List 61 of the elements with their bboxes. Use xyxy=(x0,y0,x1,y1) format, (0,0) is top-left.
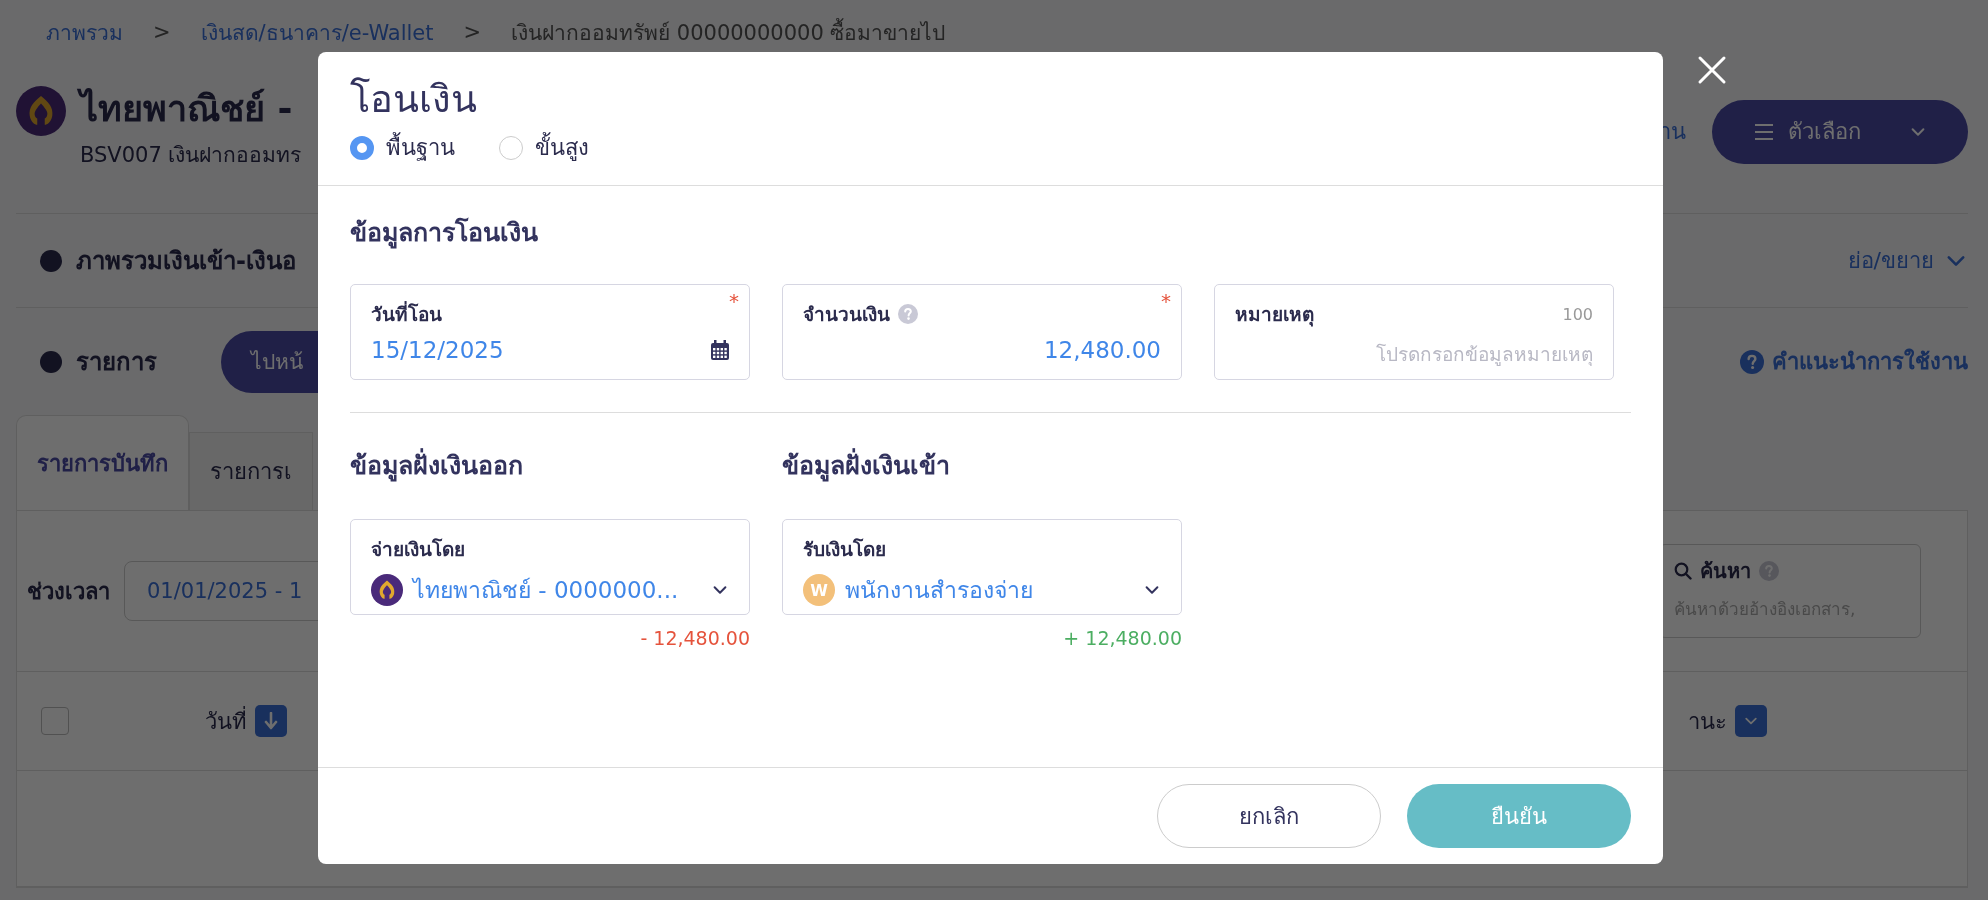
breadcrumb-link[interactable]: เงินสด/ธนาคาร/e-Wallet xyxy=(200,15,434,49)
field-label: รับเงินโดย xyxy=(803,537,886,562)
tab[interactable]: รายการเ xyxy=(189,432,313,510)
field-value: 12,480.00 xyxy=(1043,337,1161,363)
field-value: 15/12/2025 xyxy=(371,337,504,363)
required-mark: * xyxy=(1161,289,1171,313)
bullet-dot xyxy=(40,249,62,272)
menu-icon xyxy=(1753,122,1774,141)
select-value: ไทยพาณิชย์ - 0000000... xyxy=(413,576,680,605)
bank-logo-icon xyxy=(371,574,403,606)
payer-select[interactable]: จ่ายเงินโดย ไทยพาณิชย์ - 0000000... xyxy=(350,519,750,615)
note-field[interactable]: หมายเหตุ 100 โปรดกรอกข้อมูลหมายเหตุ xyxy=(1214,284,1614,380)
field-placeholder: โปรดกรอกข้อมูลหมายเหตุ xyxy=(1375,342,1593,368)
select-all-checkbox[interactable] xyxy=(41,707,69,735)
required-mark: * xyxy=(729,289,739,313)
calendar-icon xyxy=(711,340,729,360)
column-header: านะ xyxy=(1688,707,1727,736)
bullet-dot xyxy=(40,350,62,373)
mode-radio[interactable]: ขั้นสูง xyxy=(499,130,589,165)
date-field[interactable]: * วันที่โอน 15/12/2025 xyxy=(350,284,750,380)
tab[interactable]: รายการบันทึก xyxy=(16,415,189,510)
section-title: ภาพรวมเงินเข้า-เงินอ xyxy=(76,246,296,277)
help-icon xyxy=(898,304,918,324)
field-label: วันที่โอน xyxy=(371,300,442,327)
account-subtitle: BSV007 เงินฝากออมทร xyxy=(80,142,302,169)
bank-logo-icon xyxy=(16,86,66,136)
mode-radio[interactable]: พื้นฐาน xyxy=(350,130,455,165)
help-link[interactable]: คำแนะนำการใช้งาน xyxy=(1740,344,1968,379)
field-label: หมายเหตุ xyxy=(1235,302,1314,329)
section-title: รายการ xyxy=(76,347,157,378)
breadcrumb-link[interactable]: ภาพรวม xyxy=(46,15,123,49)
search-label: ค้นหา xyxy=(1700,558,1751,585)
section-heading: ข้อมูลการโอนเงิน xyxy=(350,216,539,251)
options-button[interactable]: ตัวเลือก xyxy=(1712,99,1968,164)
amount-field[interactable]: * จำนวนเงิน 12,480.00 xyxy=(782,284,1182,380)
avatar: W xyxy=(803,574,835,606)
header-link[interactable]: าน xyxy=(1659,114,1686,149)
period-label: ช่วงเวลา xyxy=(27,577,110,606)
filter-button[interactable] xyxy=(1735,705,1767,737)
cancel-button[interactable]: ยกเลิก xyxy=(1157,784,1381,848)
column-header: วันที่ xyxy=(205,705,247,736)
sort-button[interactable] xyxy=(255,705,287,737)
dialog-title: โอนเงิน xyxy=(350,76,478,123)
arrow-down-icon xyxy=(264,712,278,730)
field-label: จำนวนเงิน xyxy=(803,302,890,327)
select-value: พนักงานสำรองจ่าย xyxy=(845,576,1034,605)
breadcrumb-separator: > xyxy=(153,20,171,44)
search-icon xyxy=(1674,562,1692,580)
breadcrumb-current: เงินฝากออมทรัพย์ 00000000000 ซื้อมาขายไป xyxy=(511,17,946,47)
confirm-button[interactable]: ยืนยัน xyxy=(1407,784,1631,848)
amount-text: + 12,480.00 xyxy=(1062,627,1182,649)
payer-select[interactable]: รับเงินโดย W พนักงานสำรองจ่าย xyxy=(782,519,1182,615)
amount-text: - 12,480.00 xyxy=(639,627,750,649)
close-icon[interactable] xyxy=(1697,55,1727,85)
breadcrumb-separator: > xyxy=(463,20,482,44)
help-icon xyxy=(1740,349,1764,374)
field-label: จ่ายเงินโดย xyxy=(371,537,465,562)
character-counter: 100 xyxy=(1562,304,1593,324)
section-heading: ข้อมูลฝั่งเงินออก xyxy=(350,445,750,485)
section-heading: ข้อมูลฝั่งเงินเข้า xyxy=(782,445,1182,485)
collapse-toggle[interactable]: ย่อ/ขยาย xyxy=(1847,243,1968,278)
